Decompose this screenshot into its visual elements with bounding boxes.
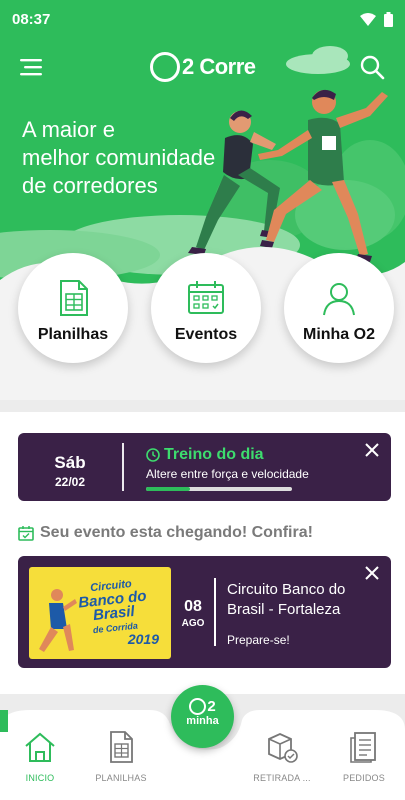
- eventos-label: Eventos: [174, 326, 238, 343]
- treino-progress: [146, 487, 292, 491]
- status-time: 08:37: [12, 11, 51, 28]
- calendar-icon: [188, 281, 224, 314]
- treino-day-name: Sáb: [54, 453, 86, 472]
- battery-icon: [384, 12, 393, 27]
- event-poster-title: Circuito Banco do Brasil de Corrida: [77, 577, 148, 636]
- orders-icon: [350, 732, 376, 763]
- package-check-icon: [268, 733, 298, 763]
- tab-retirada[interactable]: RETIRADA ...: [242, 730, 322, 783]
- app-toolbar: 2 Corre: [0, 48, 405, 88]
- clock-icon: [146, 448, 160, 462]
- wifi-icon: [360, 13, 376, 26]
- event-divider: [214, 578, 216, 646]
- treino-divider: [122, 443, 124, 491]
- event-title: Circuito Banco do Brasil - Fortaleza: [227, 581, 346, 618]
- fab-label: minha: [186, 715, 219, 727]
- event-notice: Seu evento esta chegando! Confira!: [18, 524, 313, 542]
- spreadsheet-icon: [110, 731, 133, 763]
- minha-o2-fab[interactable]: 2 minha: [171, 685, 234, 748]
- close-icon[interactable]: [363, 564, 381, 582]
- fab-logo: 2: [171, 698, 234, 715]
- home-icon: [25, 732, 55, 762]
- tab-planilhas-label: PLANILHAS: [95, 773, 147, 783]
- planilhas-label: Planilhas: [37, 326, 109, 343]
- event-subtitle: Prepare-se!: [227, 633, 290, 647]
- minha-o2-button[interactable]: Minha O2: [284, 253, 394, 363]
- event-card[interactable]: Circuito Banco do Brasil de Corrida 2019…: [18, 556, 391, 668]
- treino-date: Sáb 22/02: [18, 433, 122, 501]
- treino-title: Treino do dia: [146, 446, 264, 464]
- event-day: 08: [184, 598, 202, 615]
- user-icon: [323, 283, 355, 316]
- event-poster: Circuito Banco do Brasil de Corrida 2019: [29, 567, 171, 659]
- status-bar: 08:37: [0, 0, 405, 40]
- eventos-button[interactable]: Eventos: [151, 253, 261, 363]
- treino-subtitle: Altere entre força e velocidade: [146, 467, 309, 481]
- search-icon[interactable]: [359, 54, 385, 80]
- hero-title: A maior e melhor comunidade de corredore…: [22, 117, 216, 198]
- tab-inicio[interactable]: INICIO: [0, 730, 80, 783]
- tab-inicio-label: INICIO: [25, 773, 55, 783]
- planilhas-button[interactable]: Planilhas: [18, 253, 128, 363]
- treino-card[interactable]: Sáb 22/02 Treino do dia Altere entre for…: [18, 433, 391, 501]
- menu-icon[interactable]: [20, 56, 46, 78]
- tab-planilhas[interactable]: PLANILHAS: [81, 730, 161, 783]
- close-icon[interactable]: [363, 441, 381, 459]
- tab-pedidos[interactable]: PEDIDOS: [324, 730, 404, 783]
- calendar-check-icon: [18, 526, 34, 541]
- event-month: AGO: [181, 618, 205, 629]
- runner-figure-icon: [39, 589, 77, 652]
- treino-day-date: 22/02: [54, 475, 86, 489]
- app-logo: 2 Corre: [150, 50, 256, 84]
- spreadsheet-icon: [60, 280, 88, 316]
- tab-pedidos-label: PEDIDOS: [343, 773, 385, 783]
- tab-retirada-label: RETIRADA ...: [253, 773, 311, 783]
- event-date: 08 AGO: [178, 598, 208, 629]
- minha-o2-label: Minha O2: [302, 326, 375, 343]
- event-poster-year: 2019: [127, 631, 159, 647]
